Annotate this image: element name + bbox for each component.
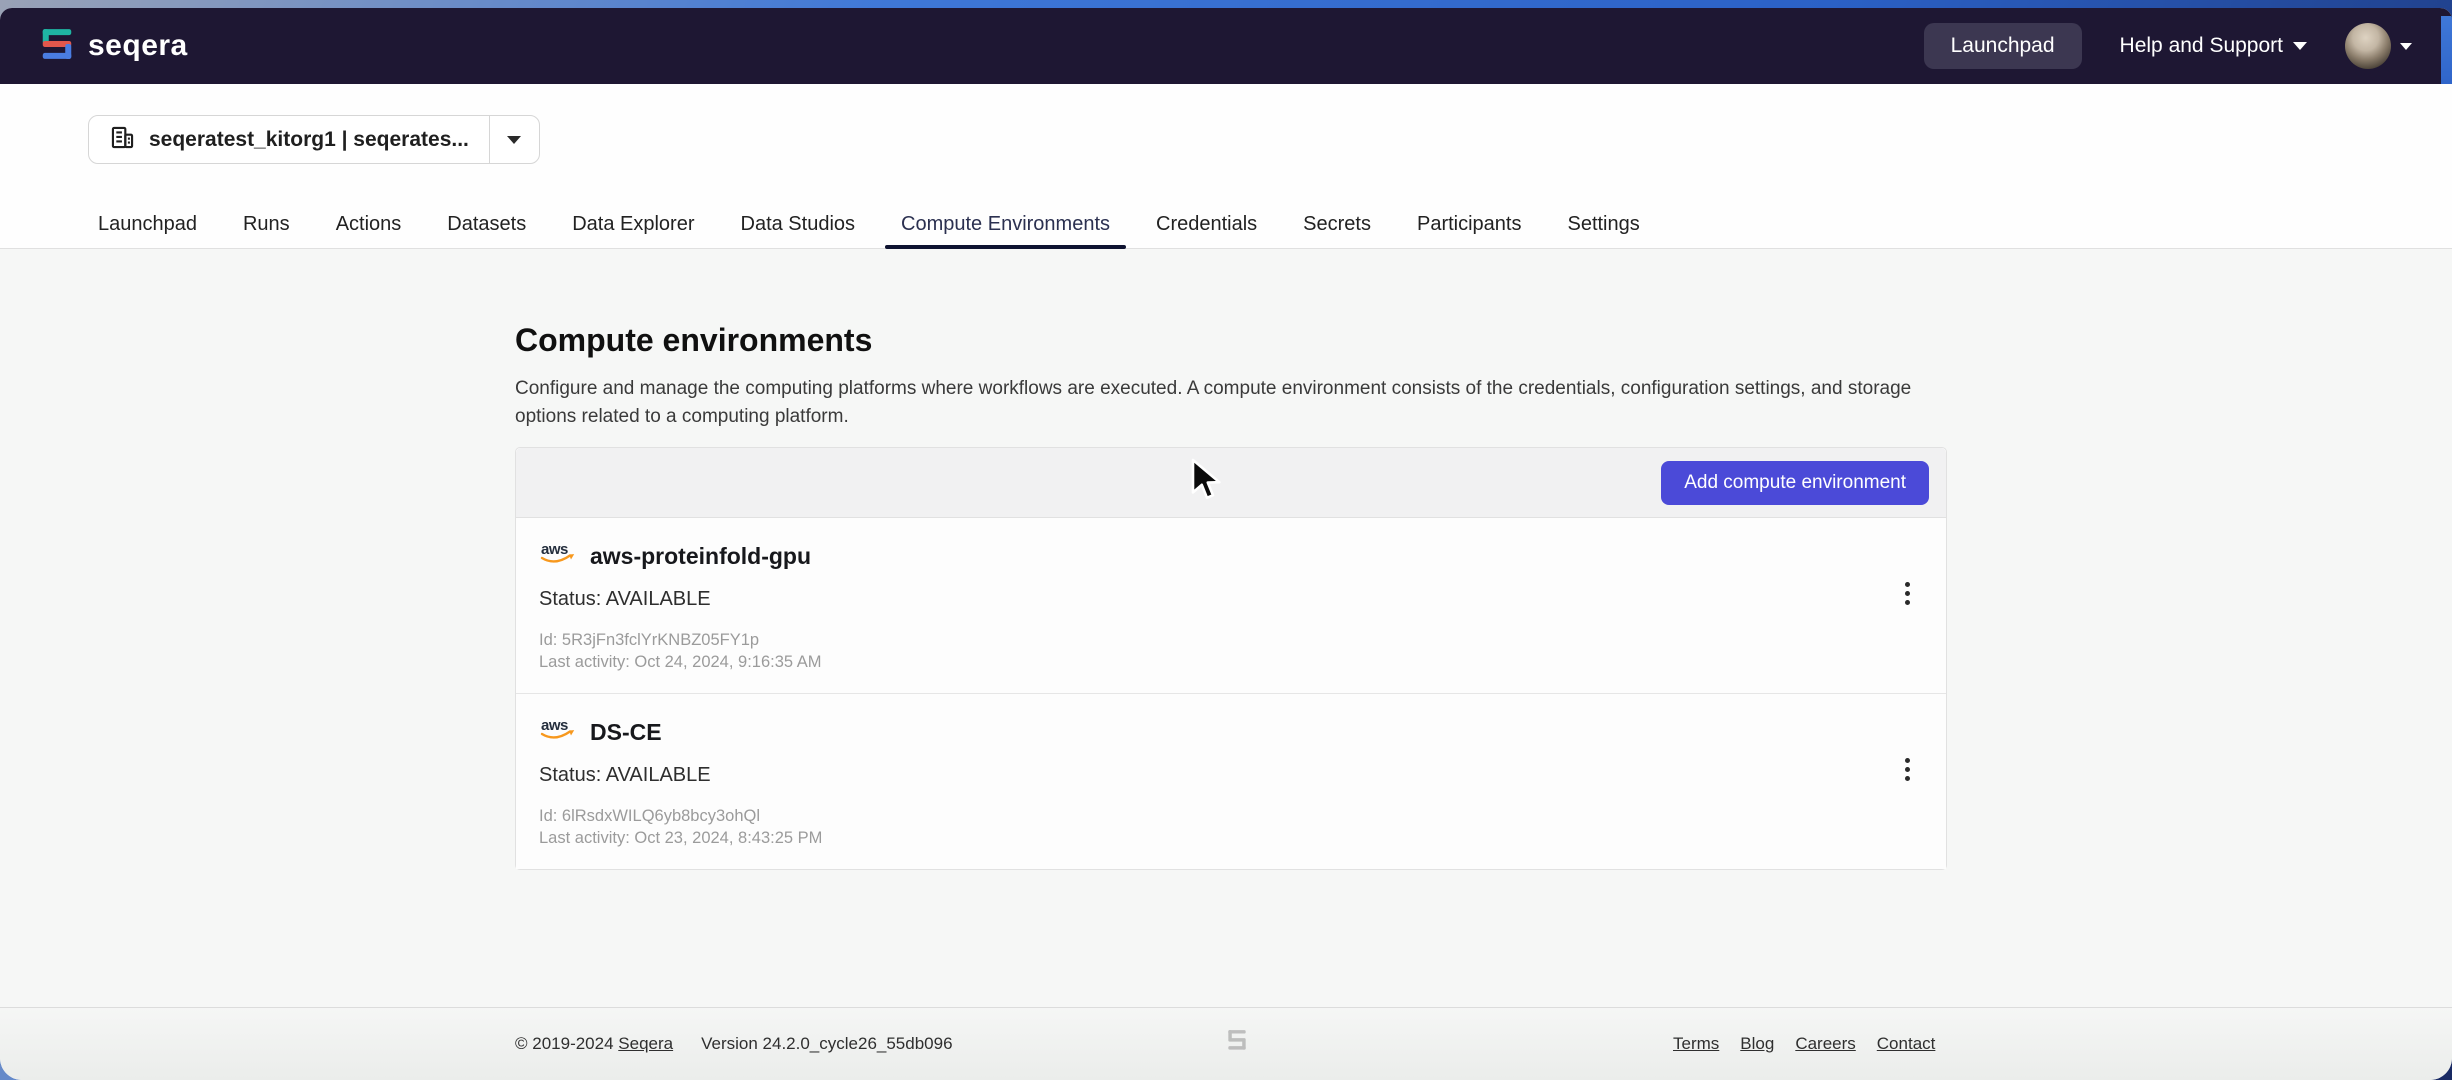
compute-environment-id: Id: 5R3jFn3fclYrKNBZ05FY1p [539, 631, 760, 649]
tab-participants[interactable]: Participants [1401, 200, 1538, 248]
blog-link[interactable]: Blog [1740, 1034, 1774, 1054]
workspace-header: seqeratest_kitorg1 | seqerates... Launch… [0, 84, 2452, 249]
copyright-text: © 2019-2024 Seqera [515, 1034, 673, 1054]
chevron-down-icon [507, 135, 522, 144]
svg-text:aws: aws [541, 541, 568, 558]
help-and-support-menu[interactable]: Help and Support [2120, 34, 2307, 58]
tab-secrets[interactable]: Secrets [1287, 200, 1387, 248]
top-navbar: seqera Launchpad Help and Support [0, 8, 2452, 84]
workspace-selector[interactable]: seqeratest_kitorg1 | seqerates... [88, 115, 540, 164]
brand-name: seqera [88, 29, 188, 62]
aws-icon: aws [539, 540, 579, 573]
page-description: Configure and manage the computing platf… [515, 378, 1912, 427]
desktop-background: seqera Launchpad Help and Support seqera… [0, 0, 2452, 1080]
window-edge-decoration [2441, 16, 2452, 92]
compute-environment-status: Status: AVAILABLE [539, 764, 711, 786]
copyright-years: © 2019-2024 [515, 1034, 614, 1053]
card-options-menu-button[interactable] [1901, 754, 1914, 785]
terms-link[interactable]: Terms [1673, 1034, 1719, 1054]
tab-compute-environments[interactable]: Compute Environments [885, 200, 1126, 249]
aws-icon: aws [539, 716, 579, 749]
seqera-brand[interactable]: seqera [38, 25, 188, 68]
compute-environments-panel: Add compute environment aws aws-proteinf… [515, 447, 1947, 870]
compute-environment-title-row: aws DS-CE [539, 716, 1916, 749]
page-title: Compute environments [515, 322, 873, 358]
tab-launchpad[interactable]: Launchpad [82, 200, 213, 248]
chevron-down-icon [2293, 42, 2307, 50]
careers-link[interactable]: Careers [1795, 1034, 1855, 1054]
compute-environments-page: Compute environments Configure and manag… [515, 249, 1947, 870]
tab-runs[interactable]: Runs [227, 200, 306, 248]
workspace-selector-label: seqeratest_kitorg1 | seqerates... [149, 127, 469, 151]
contact-link[interactable]: Contact [1877, 1034, 1936, 1054]
add-compute-environment-button[interactable]: Add compute environment [1661, 460, 1929, 505]
compute-environment-id: Id: 6lRsdxWILQ6yb8bcy3ohQl [539, 807, 761, 825]
seqera-footer-link[interactable]: Seqera [618, 1034, 673, 1053]
compute-environment-meta: Id: 5R3jFn3fclYrKNBZ05FY1p Last activity… [539, 629, 1916, 673]
footer-links: Terms Blog Careers Contact [1673, 1034, 1935, 1054]
card-options-menu-button[interactable] [1901, 578, 1914, 609]
launchpad-button[interactable]: Launchpad [1923, 23, 2082, 69]
compute-environment-name[interactable]: DS-CE [590, 719, 662, 746]
chevron-down-icon [2400, 42, 2412, 50]
compute-environment-card[interactable]: aws aws-proteinfold-gpu Status: AVAILABL… [516, 518, 1946, 693]
panel-toolbar: Add compute environment [516, 448, 1946, 518]
help-and-support-label: Help and Support [2119, 34, 2283, 57]
compute-environment-name[interactable]: aws-proteinfold-gpu [590, 543, 811, 570]
app-window: seqera Launchpad Help and Support seqera… [0, 8, 2452, 1080]
compute-environment-last-activity: Last activity: Oct 24, 2024, 9:16:35 AM [539, 653, 822, 671]
workspace-selector-dropdown-toggle[interactable] [488, 116, 539, 163]
workspace-selector-main[interactable]: seqeratest_kitorg1 | seqerates... [89, 116, 489, 163]
page-footer: © 2019-2024 Seqera Version 24.2.0_cycle2… [0, 1007, 2452, 1080]
svg-text:aws: aws [541, 717, 568, 734]
avatar[interactable] [2345, 23, 2391, 69]
organization-icon [109, 124, 136, 156]
version-text: Version 24.2.0_cycle26_55db096 [701, 1034, 953, 1053]
tab-credentials[interactable]: Credentials [1140, 200, 1273, 248]
compute-environment-title-row: aws aws-proteinfold-gpu [539, 540, 1916, 573]
navbar-right-group: Launchpad Help and Support [1923, 23, 2412, 69]
seqera-logo-icon [38, 25, 76, 68]
seqera-mark-icon [1224, 1026, 1250, 1063]
tab-actions[interactable]: Actions [320, 200, 418, 248]
compute-environment-meta: Id: 6lRsdxWILQ6yb8bcy3ohQl Last activity… [539, 805, 1916, 849]
tab-data-explorer[interactable]: Data Explorer [556, 200, 710, 248]
main-area: Compute environments Configure and manag… [0, 249, 2452, 1007]
compute-environment-card[interactable]: aws DS-CE Status: AVAILABLE Id: 6lRsdxWI… [516, 693, 1946, 869]
workspace-tabbar: Launchpad Runs Actions Datasets Data Exp… [82, 200, 1656, 249]
footer-left-group: © 2019-2024 Seqera Version 24.2.0_cycle2… [515, 1034, 953, 1054]
compute-environment-status: Status: AVAILABLE [539, 588, 711, 610]
tab-datasets[interactable]: Datasets [431, 200, 542, 248]
compute-environment-last-activity: Last activity: Oct 23, 2024, 8:43:25 PM [539, 829, 823, 847]
tab-data-studios[interactable]: Data Studios [725, 200, 872, 248]
tab-settings[interactable]: Settings [1551, 200, 1655, 248]
user-menu[interactable] [2345, 23, 2412, 69]
